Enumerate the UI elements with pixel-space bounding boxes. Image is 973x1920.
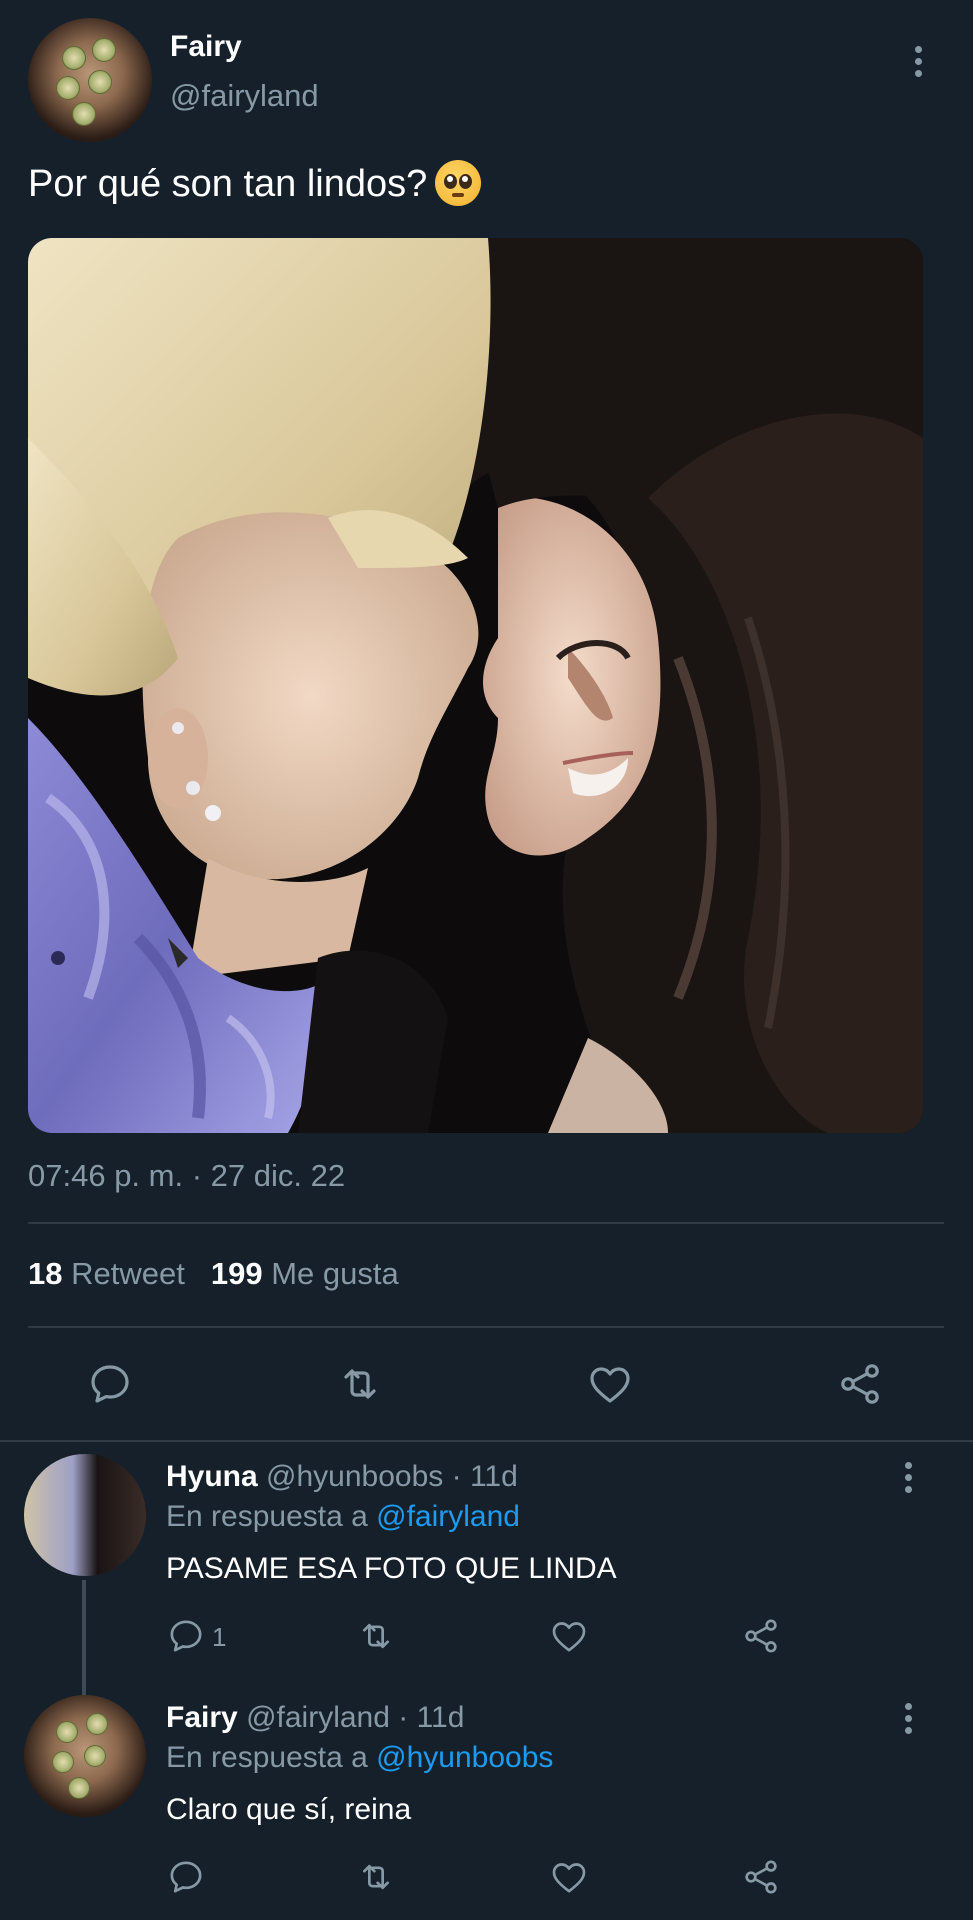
- author-name[interactable]: Fairy: [170, 30, 242, 64]
- share-icon[interactable]: [741, 1857, 781, 1897]
- reply-mention-link[interactable]: @fairyland: [376, 1500, 520, 1533]
- reply-icon[interactable]: [166, 1616, 206, 1656]
- like-count: 199: [210, 1256, 263, 1291]
- reply-author-handle[interactable]: @fairyland: [246, 1701, 390, 1734]
- reply-count: 1: [212, 1622, 227, 1652]
- reply-text: PASAME ESA FOTO QUE LINDA: [166, 1552, 617, 1585]
- tweet-actions: [0, 1360, 973, 1410]
- heart-icon[interactable]: [586, 1360, 634, 1408]
- reply-author-name[interactable]: Fairy: [166, 1701, 238, 1734]
- like-stat[interactable]: 199 Me gusta: [211, 1256, 399, 1291]
- reply-context: En respuesta a @fairyland: [166, 1500, 520, 1534]
- tweet-timestamp[interactable]: 07:46 p. m. · 27 dic. 22: [28, 1158, 345, 1194]
- tweet-detail-page: Fairy @fairyland Por qué son tan lindos?: [0, 0, 973, 1920]
- heart-icon[interactable]: [549, 1616, 589, 1656]
- more-options-icon[interactable]: [903, 1462, 913, 1496]
- share-icon[interactable]: [836, 1360, 884, 1408]
- retweet-stat[interactable]: 18 Retweet: [28, 1256, 185, 1291]
- share-icon[interactable]: [741, 1616, 781, 1656]
- retweet-icon[interactable]: [336, 1360, 384, 1408]
- reply-avatar[interactable]: [24, 1695, 146, 1817]
- divider: [28, 1326, 944, 1328]
- reply-time: · 11d: [398, 1701, 465, 1734]
- reply-time: · 11d: [451, 1460, 518, 1493]
- retweet-icon[interactable]: [356, 1857, 396, 1897]
- reply-icon[interactable]: [86, 1360, 134, 1408]
- author-avatar[interactable]: [28, 18, 152, 142]
- heart-icon[interactable]: [549, 1857, 589, 1897]
- reply-author-name[interactable]: Hyuna: [166, 1460, 258, 1493]
- thread-connector: [82, 1580, 86, 1695]
- reply-prefix: En respuesta a: [166, 1500, 368, 1533]
- retweet-label: Retweet: [71, 1256, 185, 1291]
- reply-avatar[interactable]: [24, 1454, 146, 1576]
- reply-icon[interactable]: [166, 1857, 206, 1897]
- more-options-icon[interactable]: [903, 1703, 913, 1737]
- reply-mention-link[interactable]: @hyunboobs: [376, 1741, 553, 1774]
- photo-illustration: [28, 238, 923, 1133]
- reply-author-handle[interactable]: @hyunboobs: [266, 1460, 443, 1493]
- pleading-face-emoji-icon: [435, 160, 482, 206]
- tweet-text: Por qué son tan lindos?: [28, 160, 482, 206]
- reply-text: Claro que sí, reina: [166, 1793, 412, 1826]
- retweet-icon[interactable]: [356, 1616, 396, 1656]
- reply-header: Hyuna @hyunboobs · 11d: [166, 1460, 518, 1494]
- more-options-icon[interactable]: [913, 46, 923, 80]
- divider: [28, 1222, 944, 1224]
- reply-header: Fairy @fairyland · 11d: [166, 1701, 464, 1735]
- author-handle[interactable]: @fairyland: [170, 78, 319, 114]
- reply-context: En respuesta a @hyunboobs: [166, 1741, 553, 1775]
- tweet-stats: 18 Retweet 199 Me gusta: [28, 1256, 399, 1292]
- retweet-count: 18: [28, 1256, 63, 1291]
- tweet-header: Fairy @fairyland: [28, 18, 948, 142]
- tweet-text-content: Por qué son tan lindos?: [28, 163, 428, 205]
- reply-prefix: En respuesta a: [166, 1741, 368, 1774]
- divider: [0, 1440, 973, 1442]
- tweet-photo[interactable]: [28, 238, 923, 1133]
- like-label: Me gusta: [271, 1256, 399, 1291]
